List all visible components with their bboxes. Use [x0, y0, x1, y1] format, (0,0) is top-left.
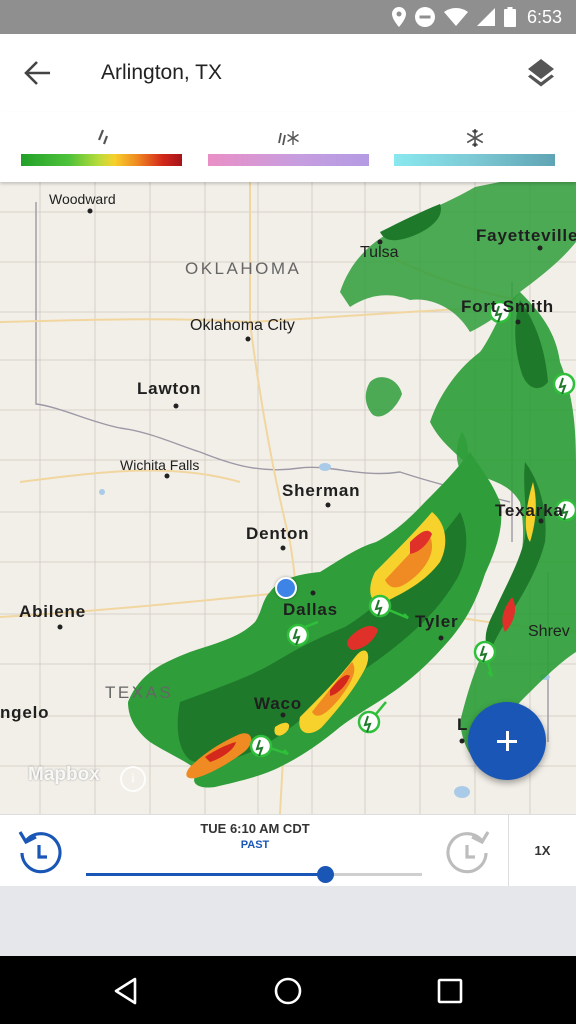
mapbox-logo[interactable]: Mapbox — [28, 764, 100, 786]
timeline-state: PAST — [240, 839, 270, 851]
battery-icon — [503, 7, 516, 27]
city-label-texarkana: Texarka — [495, 501, 564, 520]
location-icon — [391, 7, 406, 27]
storm-marker[interactable] — [552, 372, 576, 396]
radar-timeline: TUE 6:10 AM CDT PAST 1X — [0, 814, 576, 887]
app-bar: Arlington, TX — [0, 34, 576, 112]
user-location-marker — [275, 577, 297, 599]
forward-button[interactable] — [442, 823, 494, 877]
precipitation-legend — [0, 112, 576, 182]
mix-icon — [277, 131, 299, 146]
city-label-lawton: Lawton — [137, 379, 202, 398]
back-button[interactable] — [22, 58, 56, 88]
city-label-wichita-falls: Wichita Falls — [120, 457, 200, 473]
status-icons: 6:53 — [391, 6, 562, 28]
city-label-fort-smith: Fort Smith — [461, 297, 554, 316]
city-label-tulsa: Tulsa — [360, 244, 399, 261]
snow-color-bar — [394, 154, 555, 166]
system-nav-bar — [0, 956, 576, 1024]
city-label-fayetteville: Fayetteville — [476, 226, 576, 245]
location-title[interactable]: Arlington, TX — [101, 61, 222, 85]
city-label-denton: Denton — [246, 524, 310, 543]
layers-icon — [528, 59, 554, 87]
nav-home-icon — [274, 977, 302, 1005]
nav-back-icon — [114, 977, 137, 1005]
timeline-thumb[interactable] — [316, 866, 334, 883]
rewind-button[interactable] — [14, 823, 66, 877]
timeline-progress — [86, 873, 325, 876]
add-location-button[interactable] — [468, 702, 546, 780]
arrow-back-icon — [24, 61, 50, 85]
legend-rain — [21, 128, 182, 168]
screen: 6:53 Arlington, TX OKLAHOMA TEXAS Woodwa… — [0, 0, 576, 1024]
city-label-sherman: Sherman — [282, 481, 361, 500]
legend-mix — [208, 128, 369, 168]
timeline-time: TUE 6:10 AM CDT — [200, 821, 310, 836]
radar-map[interactable]: OKLAHOMA TEXAS Woodward Tulsa Fayettevil… — [0, 182, 576, 814]
playback-speed-button[interactable]: 1X — [509, 815, 576, 887]
city-label-tyler: Tyler — [415, 612, 459, 631]
do-not-disturb-icon — [414, 7, 435, 27]
city-label-lufkin: L — [457, 715, 469, 734]
cell-signal-icon — [476, 8, 495, 26]
state-label-texas: TEXAS — [105, 683, 174, 702]
nav-home-button[interactable] — [271, 974, 305, 1008]
city-label-waco: Waco — [254, 694, 302, 713]
state-label-oklahoma: OKLAHOMA — [185, 259, 302, 278]
wifi-icon — [443, 8, 468, 26]
nav-recents-button[interactable] — [433, 974, 467, 1008]
timeline-slider[interactable] — [86, 866, 422, 883]
history-forward-icon — [446, 831, 490, 874]
snowflake-icon — [466, 129, 483, 147]
city-label-abilene: Abilene — [19, 602, 87, 621]
nav-back-button[interactable] — [109, 974, 143, 1008]
city-label-oklahoma-city: Oklahoma City — [190, 317, 295, 334]
layers-button[interactable] — [524, 56, 558, 90]
attribution-info-button[interactable]: i — [120, 766, 146, 792]
rain-icon — [97, 129, 108, 145]
status-time: 6:53 — [526, 6, 562, 27]
legend-snow — [394, 128, 555, 168]
mix-color-bar — [208, 154, 369, 166]
city-label-dallas: Dallas — [283, 600, 338, 619]
bottom-panel — [0, 886, 576, 956]
history-back-icon — [18, 831, 62, 874]
city-label-san-angelo: ngelo — [0, 703, 50, 722]
status-bar: 6:53 — [0, 0, 576, 34]
nav-recents-icon — [437, 978, 463, 1004]
city-label-woodward: Woodward — [49, 191, 116, 207]
city-label-shreveport: Shrev — [528, 623, 570, 640]
rain-color-bar — [21, 154, 182, 166]
